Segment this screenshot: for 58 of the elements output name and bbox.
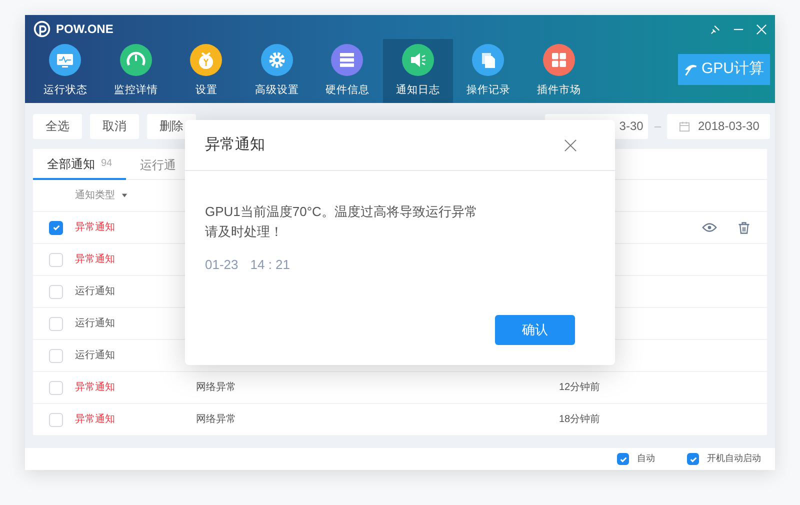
table-row[interactable]: 异常通知 网络异常 18分钟前	[33, 404, 767, 436]
checkbox-label: 开机自动启动	[707, 452, 761, 466]
nav-label: 运行状态	[43, 83, 88, 98]
table-cell-text: 12分钟前	[559, 380, 602, 395]
column-header[interactable]: 通知类型	[75, 188, 115, 203]
table-cell-text: 网络异常	[196, 412, 237, 427]
check-icon	[618, 454, 628, 464]
nav-label: 高级设置	[254, 83, 299, 98]
check-icon	[688, 454, 698, 464]
checkbox[interactable]	[617, 453, 629, 465]
date-field[interactable]: 2018-03-30	[667, 114, 770, 138]
checkbox[interactable]	[49, 220, 63, 234]
nav-item[interactable]: 设置	[171, 39, 242, 103]
nav-item[interactable]: 监控详情	[100, 39, 171, 103]
table-cell-text: 网络异常	[196, 380, 237, 395]
table-cell-text: 异常通知	[75, 252, 116, 267]
table-cell-text: 运行通知	[75, 316, 116, 331]
toolbar-button[interactable]: 全选	[33, 114, 82, 138]
dialog-time: 14 : 21	[250, 256, 290, 274]
tab[interactable]: 全部通知 94	[33, 149, 126, 180]
pin-icon[interactable]	[710, 24, 721, 34]
toolbar-button[interactable]: 取消	[90, 114, 139, 138]
table-cell-text: 运行通知	[75, 284, 116, 299]
eye-icon[interactable]	[702, 220, 717, 235]
table-cell-text: 异常通知	[75, 380, 116, 395]
nav-item[interactable]: 运行状态	[30, 39, 100, 103]
caret-icon[interactable]	[121, 192, 128, 199]
nav-item[interactable]: 操作记录	[453, 39, 524, 103]
dialog-date: 01-23	[205, 256, 238, 274]
table-cell-text: 异常通知	[75, 412, 116, 427]
dialog-message: 请及时处理！	[205, 223, 284, 241]
date-separator: –	[654, 118, 661, 135]
nav-item[interactable]: 插件市场	[524, 39, 594, 103]
dialog-title: 异常通知	[205, 134, 265, 155]
table-cell-text: 异常通知	[75, 220, 116, 235]
nav-item[interactable]: 高级设置	[242, 39, 312, 103]
table-cell-text: 18分钟前	[559, 412, 602, 427]
dialog-message: GPU1当前温度70°C。温度过高将导致运行异常	[205, 203, 478, 221]
nav-item[interactable]: 通知日志	[382, 39, 453, 103]
table-row[interactable]: 异常通知 网络异常 12分钟前	[33, 372, 767, 404]
nav-item[interactable]: 硬件信息	[312, 39, 382, 103]
calendar-icon	[679, 120, 690, 132]
table-cell-text: 运行通知	[75, 348, 116, 363]
trash-icon[interactable]	[737, 220, 751, 234]
nav-label: 操作记录	[466, 83, 510, 98]
app-name: POW.ONE	[56, 21, 114, 38]
check-icon	[52, 223, 60, 232]
close-icon[interactable]	[564, 138, 577, 152]
checkbox-label: 自动	[637, 452, 655, 466]
pickaxe-icon	[684, 62, 698, 76]
logo-icon	[33, 20, 51, 38]
nav-label: 硬件信息	[325, 83, 370, 98]
nav-label: 设置	[195, 83, 218, 98]
nav-label: 通知日志	[396, 83, 440, 98]
date-text: 2018-03-30	[698, 118, 760, 135]
nav-label: 插件市场	[536, 83, 581, 98]
nav-label: 监控详情	[114, 83, 158, 98]
checkbox[interactable]	[687, 453, 699, 465]
